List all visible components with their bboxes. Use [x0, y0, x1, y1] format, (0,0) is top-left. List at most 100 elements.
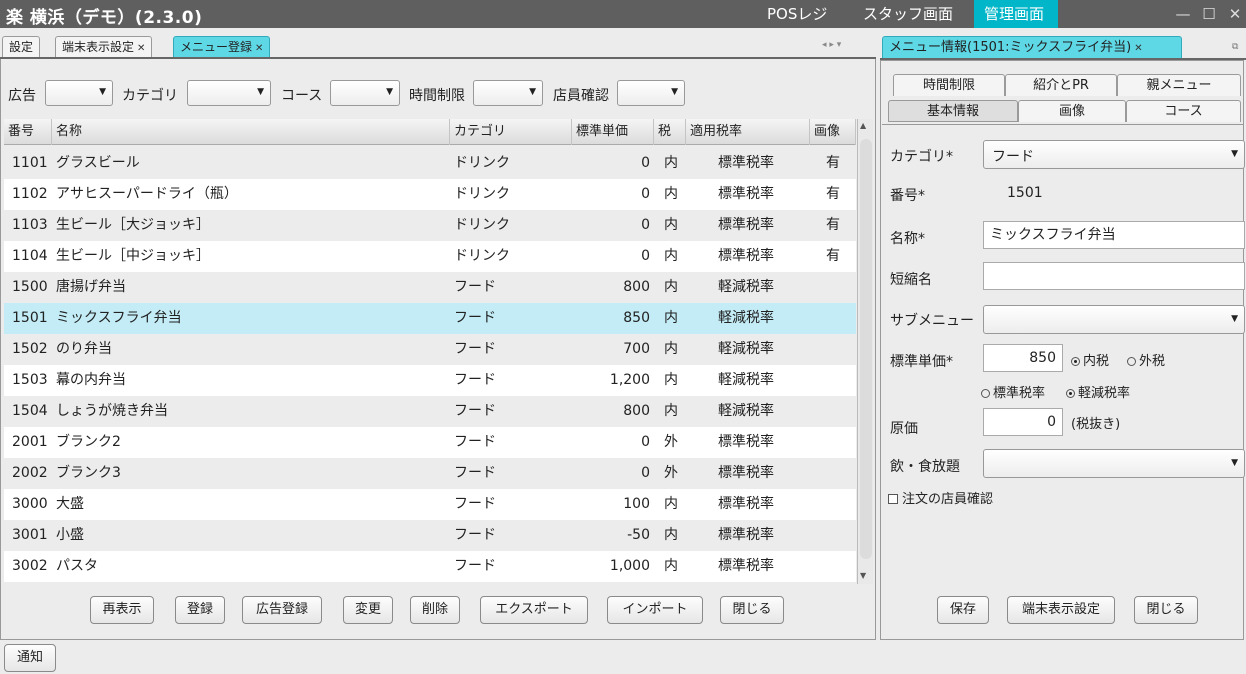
cell-tax: 内 [664, 155, 678, 171]
maximize-icon[interactable]: ☐ [1198, 0, 1220, 28]
subtab-course[interactable]: コース [1126, 100, 1241, 122]
scroll-down-icon[interactable]: ▼ [860, 571, 866, 580]
filter-course-combo[interactable]: ▼ [330, 80, 400, 106]
col-number[interactable]: 番号 [4, 119, 52, 145]
cell-tax-rate: 軽減税率 [718, 403, 774, 419]
minimize-icon[interactable]: — [1172, 0, 1194, 28]
delete-button[interactable]: 削除 [410, 596, 460, 624]
radio-selected-icon [1071, 357, 1080, 366]
tab-menu-info[interactable]: メニュー情報(1501:ミックスフライ弁当) ✕ [882, 36, 1182, 58]
cell-price: 0 [641, 434, 650, 450]
refresh-button[interactable]: 再表示 [90, 596, 154, 624]
scroll-thumb[interactable] [860, 139, 872, 559]
tab-scroll-icon[interactable]: ◂ ▸ ▾ [822, 40, 841, 50]
cell-number: 2001 [12, 434, 48, 450]
tab-settings[interactable]: 設定 [2, 36, 41, 58]
col-category[interactable]: カテゴリ [450, 119, 572, 145]
restore-panel-icon[interactable]: ⧉ [1232, 42, 1238, 52]
notify-button[interactable]: 通知 [4, 644, 56, 672]
price-input[interactable]: 850 [983, 344, 1063, 372]
cell-number: 3002 [12, 558, 48, 574]
table-row[interactable]: 2002 ブランク3 フード 0 外 標準税率 [4, 458, 856, 489]
close-detail-button[interactable]: 閉じる [1134, 596, 1198, 624]
cell-name: 生ビール［大ジョッキ］ [56, 217, 210, 233]
cell-name: パスタ [56, 558, 98, 574]
cell-image: 有 [826, 186, 840, 202]
short-name-input[interactable] [983, 262, 1245, 290]
cell-tax-rate: 標準税率 [718, 465, 774, 481]
table-row[interactable]: 1501 ミックスフライ弁当 フード 850 内 軽減税率 [4, 303, 856, 334]
scroll-up-icon[interactable]: ▲ [860, 121, 866, 130]
cell-number: 1501 [12, 310, 48, 326]
table-row[interactable]: 3002 パスタ フード 1,000 内 標準税率 [4, 551, 856, 582]
col-name[interactable]: 名称 [52, 119, 450, 145]
close-tab-icon[interactable]: ✕ [137, 43, 145, 54]
cell-tax: 内 [664, 527, 678, 543]
radio-selected-icon [1066, 389, 1075, 398]
save-button[interactable]: 保存 [937, 596, 989, 624]
tab-terminal-display[interactable]: 端末表示設定 ✕ [55, 36, 153, 58]
subtab-image[interactable]: 画像 [1018, 100, 1126, 122]
cost-input[interactable]: 0 [983, 408, 1063, 436]
nav-staff-screen[interactable]: スタッフ画面 [853, 0, 963, 28]
table-row[interactable]: 3001 小盛 フード -50 内 標準税率 [4, 520, 856, 551]
table-row[interactable]: 1503 幕の内弁当 フード 1,200 内 軽減税率 [4, 365, 856, 396]
tax-inclusive-radio[interactable]: 内税 [1071, 350, 1109, 369]
cell-name: しょうが焼き弁当 [56, 403, 168, 419]
close-button[interactable]: 閉じる [720, 596, 784, 624]
nav-pos-register[interactable]: POSレジ [757, 0, 837, 28]
col-tax[interactable]: 税 [654, 119, 686, 145]
cell-number: 1504 [12, 403, 48, 419]
table-row[interactable]: 1500 唐揚げ弁当 フード 800 内 軽減税率 [4, 272, 856, 303]
ad-register-button[interactable]: 広告登録 [242, 596, 322, 624]
filter-category-combo[interactable]: ▼ [187, 80, 271, 106]
name-input[interactable]: ミックスフライ弁当 [983, 221, 1245, 249]
table-row[interactable]: 1504 しょうが焼き弁当 フード 800 内 軽減税率 [4, 396, 856, 427]
tab-menu-info-label: メニュー情報(1501:ミックスフライ弁当) [889, 40, 1132, 55]
cell-price: -50 [627, 527, 650, 543]
staff-confirm-checkbox[interactable]: 注文の店員確認 [888, 488, 993, 507]
category-select[interactable]: フード ▼ [983, 140, 1245, 169]
table-row[interactable]: 1104 生ビール［中ジョッキ］ ドリンク 0 内 標準税率 有 [4, 241, 856, 272]
table-row[interactable]: 3000 大盛 フード 100 内 標準税率 [4, 489, 856, 520]
subtab-parent-menu[interactable]: 親メニュー [1117, 74, 1241, 96]
terminal-display-settings-button[interactable]: 端末表示設定 [1007, 596, 1115, 624]
col-price[interactable]: 標準単価 [572, 119, 654, 145]
cell-name: グラスビール [56, 155, 140, 171]
all-you-can-select[interactable]: ▼ [983, 449, 1245, 478]
subtab-intro-pr[interactable]: 紹介とPR [1005, 74, 1117, 96]
cell-tax: 外 [664, 465, 678, 481]
filter-ad-label: 広告 [8, 88, 36, 104]
table-row[interactable]: 1102 アサヒスーパードライ（瓶） ドリンク 0 内 標準税率 有 [4, 179, 856, 210]
tab-menu-register[interactable]: メニュー登録 ✕ [173, 36, 271, 58]
close-tab-icon[interactable]: ✕ [1134, 43, 1142, 54]
col-image[interactable]: 画像 [810, 119, 856, 145]
reduced-rate-radio[interactable]: 軽減税率 [1066, 382, 1130, 401]
col-tax-rate[interactable]: 適用税率 [686, 119, 810, 145]
table-row[interactable]: 2001 ブランク2 フード 0 外 標準税率 [4, 427, 856, 458]
cell-name: ブランク3 [56, 465, 121, 481]
cell-number: 3001 [12, 527, 48, 543]
cell-category: フード [454, 403, 496, 419]
nav-admin-screen[interactable]: 管理画面 [974, 0, 1058, 28]
cell-tax-rate: 標準税率 [718, 558, 774, 574]
table-row[interactable]: 1502 のり弁当 フード 700 内 軽減税率 [4, 334, 856, 365]
export-button[interactable]: エクスポート [480, 596, 588, 624]
tax-exclusive-radio[interactable]: 外税 [1127, 350, 1165, 369]
filter-staff-confirm-combo[interactable]: ▼ [617, 80, 685, 106]
subtab-time-limit[interactable]: 時間制限 [893, 74, 1005, 96]
import-button[interactable]: インポート [607, 596, 703, 624]
table-row[interactable]: 1103 生ビール［大ジョッキ］ ドリンク 0 内 標準税率 有 [4, 210, 856, 241]
filter-ad-combo[interactable]: ▼ [45, 80, 113, 106]
subtab-basic-info[interactable]: 基本情報 [888, 100, 1018, 122]
close-window-icon[interactable]: ✕ [1224, 0, 1246, 28]
cell-tax-rate: 軽減税率 [718, 341, 774, 357]
table-row[interactable]: 1101 グラスビール ドリンク 0 内 標準税率 有 [4, 148, 856, 179]
table-scrollbar[interactable]: ▲ ▼ [857, 119, 873, 584]
register-button[interactable]: 登録 [175, 596, 225, 624]
submenu-select[interactable]: ▼ [983, 305, 1245, 334]
edit-button[interactable]: 変更 [343, 596, 393, 624]
filter-time-limit-combo[interactable]: ▼ [473, 80, 543, 106]
close-tab-icon[interactable]: ✕ [255, 43, 263, 54]
standard-rate-radio[interactable]: 標準税率 [981, 382, 1045, 401]
